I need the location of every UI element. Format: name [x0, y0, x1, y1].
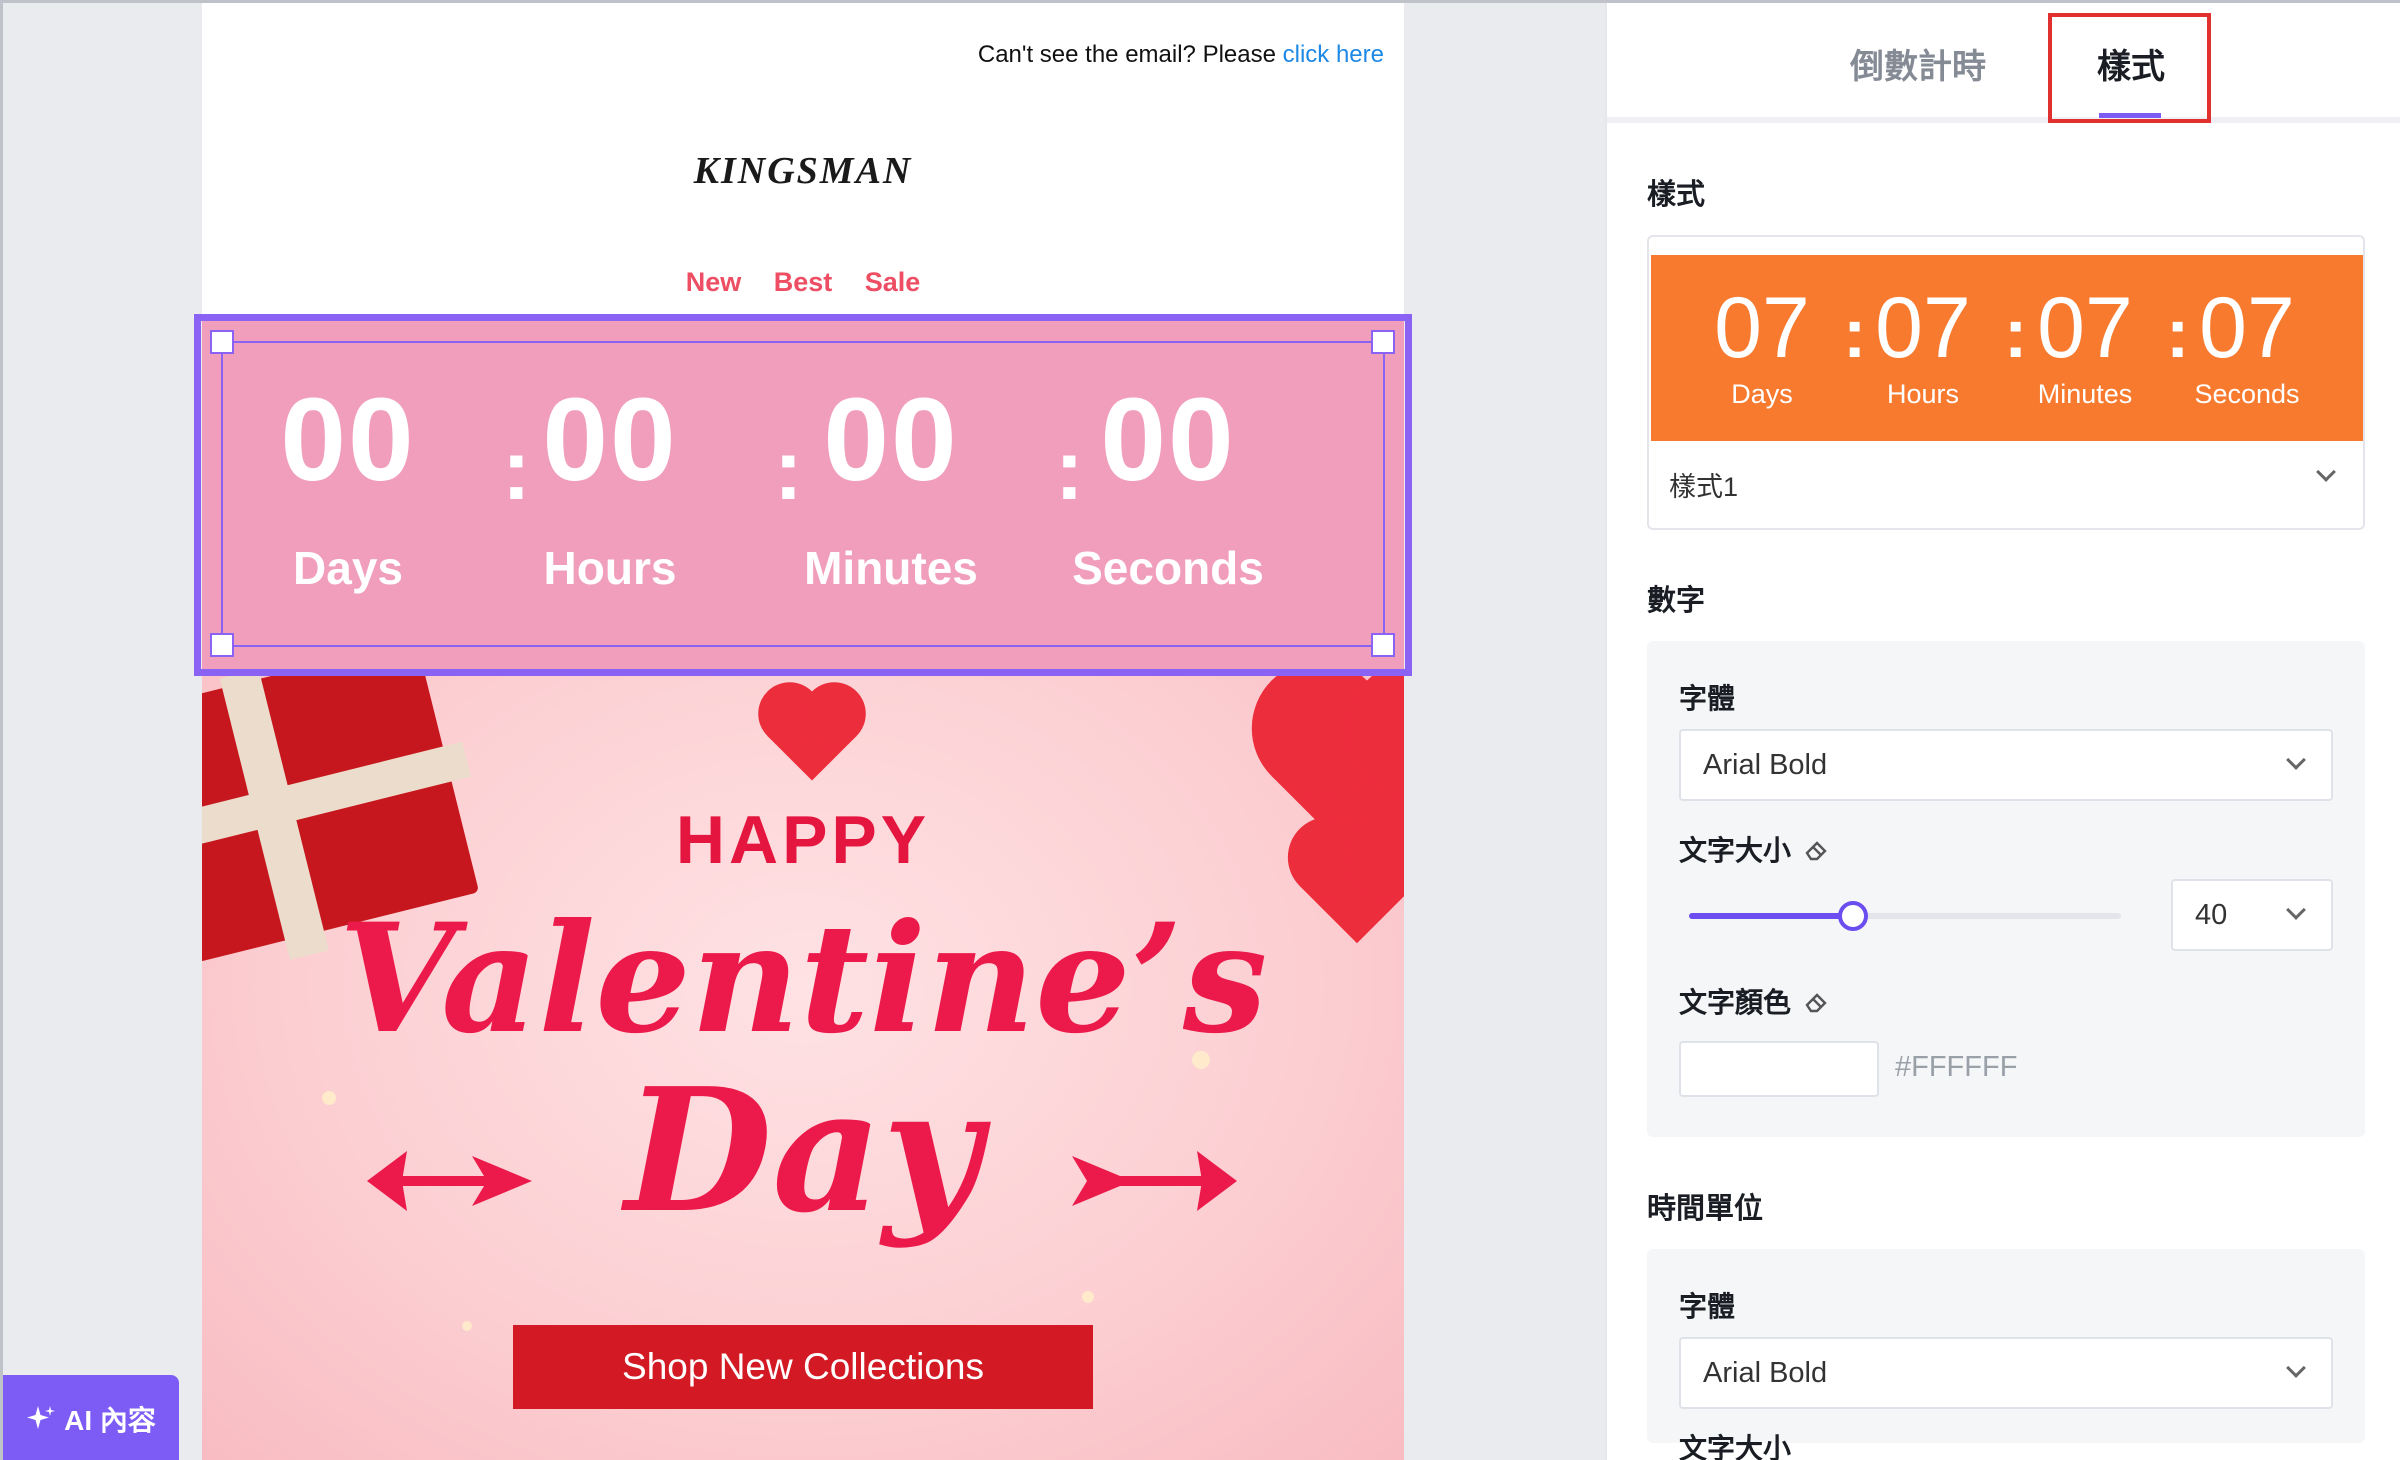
slider-thumb[interactable] — [1838, 901, 1869, 931]
preview-days-value: 07 — [1714, 280, 1810, 376]
sparkle-decoration — [462, 1321, 472, 1331]
preview-minutes-value: 07 — [2037, 280, 2133, 376]
reset-eraser-icon[interactable] — [1803, 835, 1831, 863]
ai-content-button[interactable]: AI 內容 — [3, 1375, 179, 1460]
brand-logo: KINGSMAN — [693, 150, 913, 192]
resize-handle-top-left[interactable] — [210, 330, 234, 354]
number-color-label: 文字顏色 — [1679, 981, 1831, 1021]
preview-hours: 07 Hours — [1848, 285, 1998, 410]
countdown-minutes-value: 00 — [823, 374, 959, 506]
nav-link-sale[interactable]: Sale — [865, 267, 921, 298]
style-select-value: 樣式1 — [1669, 472, 1739, 502]
style-section-title: 樣式 — [1647, 179, 1706, 211]
unit-font-label-text: 字體 — [1679, 1291, 1736, 1322]
email-nav: New Best Sale — [202, 267, 1404, 298]
countdown-days-label: Days — [293, 542, 403, 594]
number-size-label: 文字大小 — [1679, 829, 1831, 869]
chevron-down-icon — [2286, 1358, 2306, 1378]
heart-icon — [767, 691, 857, 781]
chevron-down-icon — [2316, 462, 2336, 482]
number-color-hex[interactable]: #FFFFFF — [1895, 1051, 2017, 1084]
view-online-link[interactable]: click here — [1283, 41, 1384, 68]
unit-font-label: 字體 — [1679, 1285, 1735, 1325]
unit-size-label-text: 文字大小 — [1679, 1433, 1792, 1460]
countdown-hours: 00 Hours — [510, 381, 710, 595]
countdown-minutes: 00 Minutes — [791, 381, 991, 595]
style-preview: 07 Days : 07 Hours : 07 Minutes : 07 Sec… — [1651, 255, 2363, 441]
preview-hours-label: Hours — [1886, 379, 1960, 409]
unit-settings-group: 字體 Arial Bold 文字大小 — [1647, 1249, 2365, 1460]
preview-days-label: Days — [1731, 379, 1793, 409]
tab-countdown[interactable]: 倒數計時 — [1850, 39, 1986, 88]
number-font-label-text: 字體 — [1679, 683, 1736, 714]
chevron-down-icon — [2286, 900, 2306, 920]
ai-content-label: AI 內容 — [64, 1405, 156, 1436]
email-preview: Can't see the email? Please click here K… — [202, 3, 1404, 1460]
settings-panel: 倒數計時 樣式 樣式 07 Days : 07 Hours : 07 Minut… — [1605, 3, 2400, 1460]
unit-font-select[interactable]: Arial Bold — [1679, 1337, 2333, 1409]
countdown-hours-value: 00 — [542, 374, 678, 506]
number-font-value: Arial Bold — [1703, 749, 1828, 781]
slider-fill — [1689, 913, 1854, 919]
preview-minutes: 07 Minutes — [2010, 285, 2160, 410]
app-root: Can't see the email? Please click here K… — [3, 3, 2400, 1460]
number-section-title: 數字 — [1647, 585, 1706, 617]
resize-handle-top-right[interactable] — [1371, 330, 1395, 354]
valentine-hero-banner: HAPPY Valentine’s Day Shop New Collectio… — [202, 671, 1404, 1460]
countdown-seconds-label: Seconds — [1072, 542, 1264, 594]
number-size-label-text: 文字大小 — [1679, 835, 1792, 866]
unit-section-title: 時間單位 — [1647, 1193, 1764, 1225]
nav-link-new[interactable]: New — [686, 267, 742, 298]
number-size-slider[interactable] — [1689, 901, 2121, 931]
resize-handle-bottom-right[interactable] — [1371, 633, 1395, 657]
unit-size-label: 文字大小 — [1679, 1427, 1791, 1460]
number-font-label: 字體 — [1679, 677, 1735, 717]
countdown-hours-label: Hours — [543, 542, 677, 594]
preview-seconds-label: Seconds — [2194, 379, 2300, 409]
hero-happy-text: HAPPY — [675, 802, 931, 878]
countdown-block[interactable]: 00 Days : 00 Hours : 00 Minutes : 00 Sec… — [202, 321, 1404, 671]
shop-new-collections-button[interactable]: Shop New Collections — [513, 1325, 1093, 1409]
sparkle-icon — [27, 1406, 56, 1429]
chevron-down-icon — [2286, 750, 2306, 770]
preview-hours-value: 07 — [1875, 280, 1971, 376]
tab-highlight-box — [2048, 13, 2211, 123]
countdown-seconds-value: 00 — [1100, 374, 1236, 506]
preview-seconds-value: 07 — [2199, 280, 2295, 376]
resize-handle-bottom-left[interactable] — [210, 633, 234, 657]
number-color-label-text: 文字顏色 — [1679, 987, 1792, 1018]
nav-link-best[interactable]: Best — [774, 267, 833, 298]
panel-tabs: 倒數計時 樣式 — [1607, 3, 2400, 123]
countdown-days-value: 00 — [280, 374, 416, 506]
left-arrow-heart-icon — [367, 1151, 532, 1211]
preview-minutes-label: Minutes — [2037, 379, 2133, 409]
preview-seconds: 07 Seconds — [2172, 285, 2322, 410]
preheader-text: Can't see the email? Please — [977, 41, 1276, 68]
number-size-value: 40 — [2195, 899, 2228, 931]
number-font-select[interactable]: Arial Bold — [1679, 729, 2333, 801]
editor-canvas: Can't see the email? Please click here K… — [3, 3, 1605, 1460]
hero-title-line1: Valentine’s — [338, 891, 1268, 1067]
sparkle-decoration — [1082, 1291, 1094, 1303]
countdown-days: 00 Days — [248, 381, 448, 595]
right-arrow-heart-icon — [1072, 1151, 1237, 1211]
number-size-select[interactable]: 40 — [2171, 879, 2333, 951]
unit-font-value: Arial Bold — [1703, 1357, 1828, 1389]
preheader: Can't see the email? Please click here — [978, 41, 1384, 69]
number-settings-group: 字體 Arial Bold 文字大小 40 文字顏色 #FFFFFF — [1647, 641, 2365, 1137]
reset-eraser-icon[interactable] — [1803, 987, 1831, 1015]
countdown-minutes-label: Minutes — [804, 542, 978, 594]
style-picker[interactable]: 07 Days : 07 Hours : 07 Minutes : 07 Sec… — [1647, 235, 2365, 530]
number-color-swatch[interactable] — [1679, 1041, 1879, 1097]
countdown-seconds: 00 Seconds — [1068, 381, 1268, 595]
preview-days: 07 Days — [1687, 285, 1837, 410]
